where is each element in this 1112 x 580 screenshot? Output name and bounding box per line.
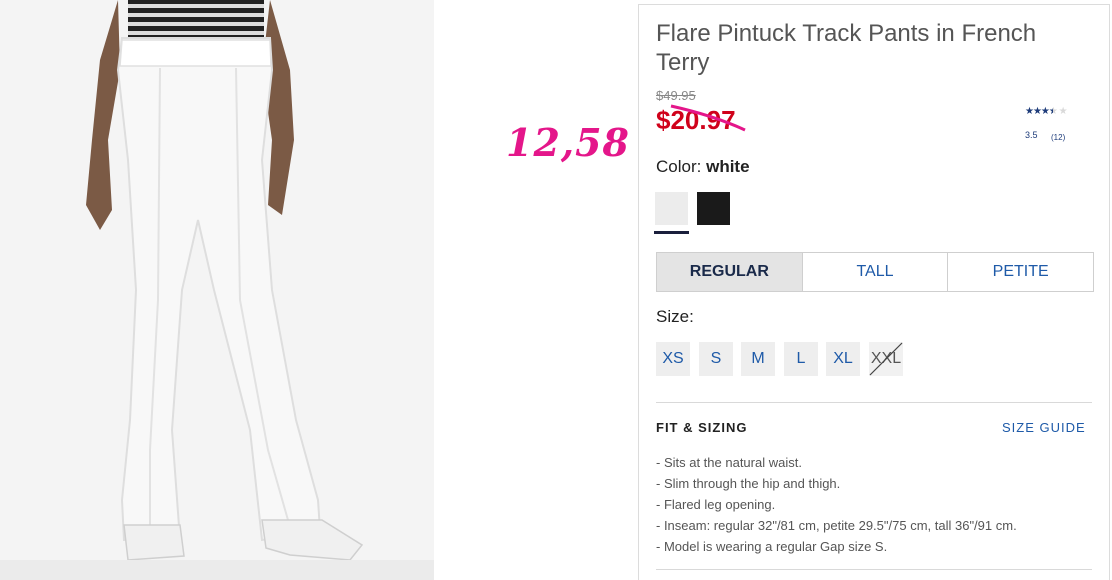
size-option-label: M	[751, 350, 765, 367]
size-option-m[interactable]: M	[741, 342, 775, 376]
swatch-white[interactable]	[655, 192, 688, 225]
product-title: Flare Pintuck Track Pants in French Terr…	[656, 20, 1037, 76]
unavailable-strike-icon	[869, 342, 903, 376]
size-option-l[interactable]: L	[784, 342, 818, 376]
color-label: Color: white	[656, 157, 750, 177]
size-label: Size:	[656, 307, 694, 326]
list-item: - Slim through the hip and thigh.	[656, 476, 841, 491]
section-divider	[656, 569, 1092, 570]
size-option-label: XL	[833, 350, 853, 367]
size-option-s[interactable]: S	[699, 342, 733, 376]
fit-option-tall[interactable]: TALL	[803, 253, 949, 291]
list-item: - Inseam: regular 32"/81 cm, petite 29.5…	[656, 518, 1017, 533]
size-option-xs[interactable]: XS	[656, 342, 690, 376]
price-strike-mark	[670, 104, 746, 132]
fit-selector: REGULAR TALL PETITE	[656, 252, 1094, 292]
list-item: - Sits at the natural waist.	[656, 455, 802, 470]
size-option-label: S	[710, 350, 722, 367]
rating-stars-icon: ★★★★★ ★	[1025, 106, 1068, 117]
size-option-xl[interactable]: XL	[826, 342, 860, 376]
fit-details-list: - Sits at the natural waist. - Slim thro…	[656, 452, 1017, 557]
size-option-xxl-unavailable[interactable]: XXL	[869, 342, 903, 376]
list-item: - Flared leg opening.	[656, 497, 776, 512]
rating-value: 3.5	[1025, 130, 1038, 140]
color-label-text: Color:	[656, 157, 702, 176]
selected-swatch-indicator	[654, 231, 689, 234]
selected-color-name: white	[706, 157, 750, 176]
fit-sizing-title: FIT & SIZING	[656, 420, 748, 435]
pants-model-illustration	[0, 0, 434, 580]
size-guide-link[interactable]: SIZE GUIDE	[1002, 420, 1086, 435]
fit-option-regular[interactable]: REGULAR	[657, 253, 803, 291]
product-image[interactable]	[0, 0, 434, 580]
fit-option-petite[interactable]: PETITE	[948, 253, 1093, 291]
product-rating[interactable]: ★★★★★ ★ 3.5 (12)	[1025, 106, 1068, 142]
product-info-panel: Flare Pintuck Track Pants in French Terr…	[638, 4, 1110, 580]
striped-top	[128, 0, 264, 40]
price-annotation: 12,58	[506, 120, 630, 165]
size-option-label: L	[796, 350, 806, 367]
section-divider	[656, 402, 1092, 403]
rating-count[interactable]: (12)	[1051, 133, 1065, 142]
size-option-label: XS	[662, 350, 684, 367]
swatch-black[interactable]	[697, 192, 730, 225]
list-item: - Model is wearing a regular Gap size S.	[656, 539, 888, 554]
